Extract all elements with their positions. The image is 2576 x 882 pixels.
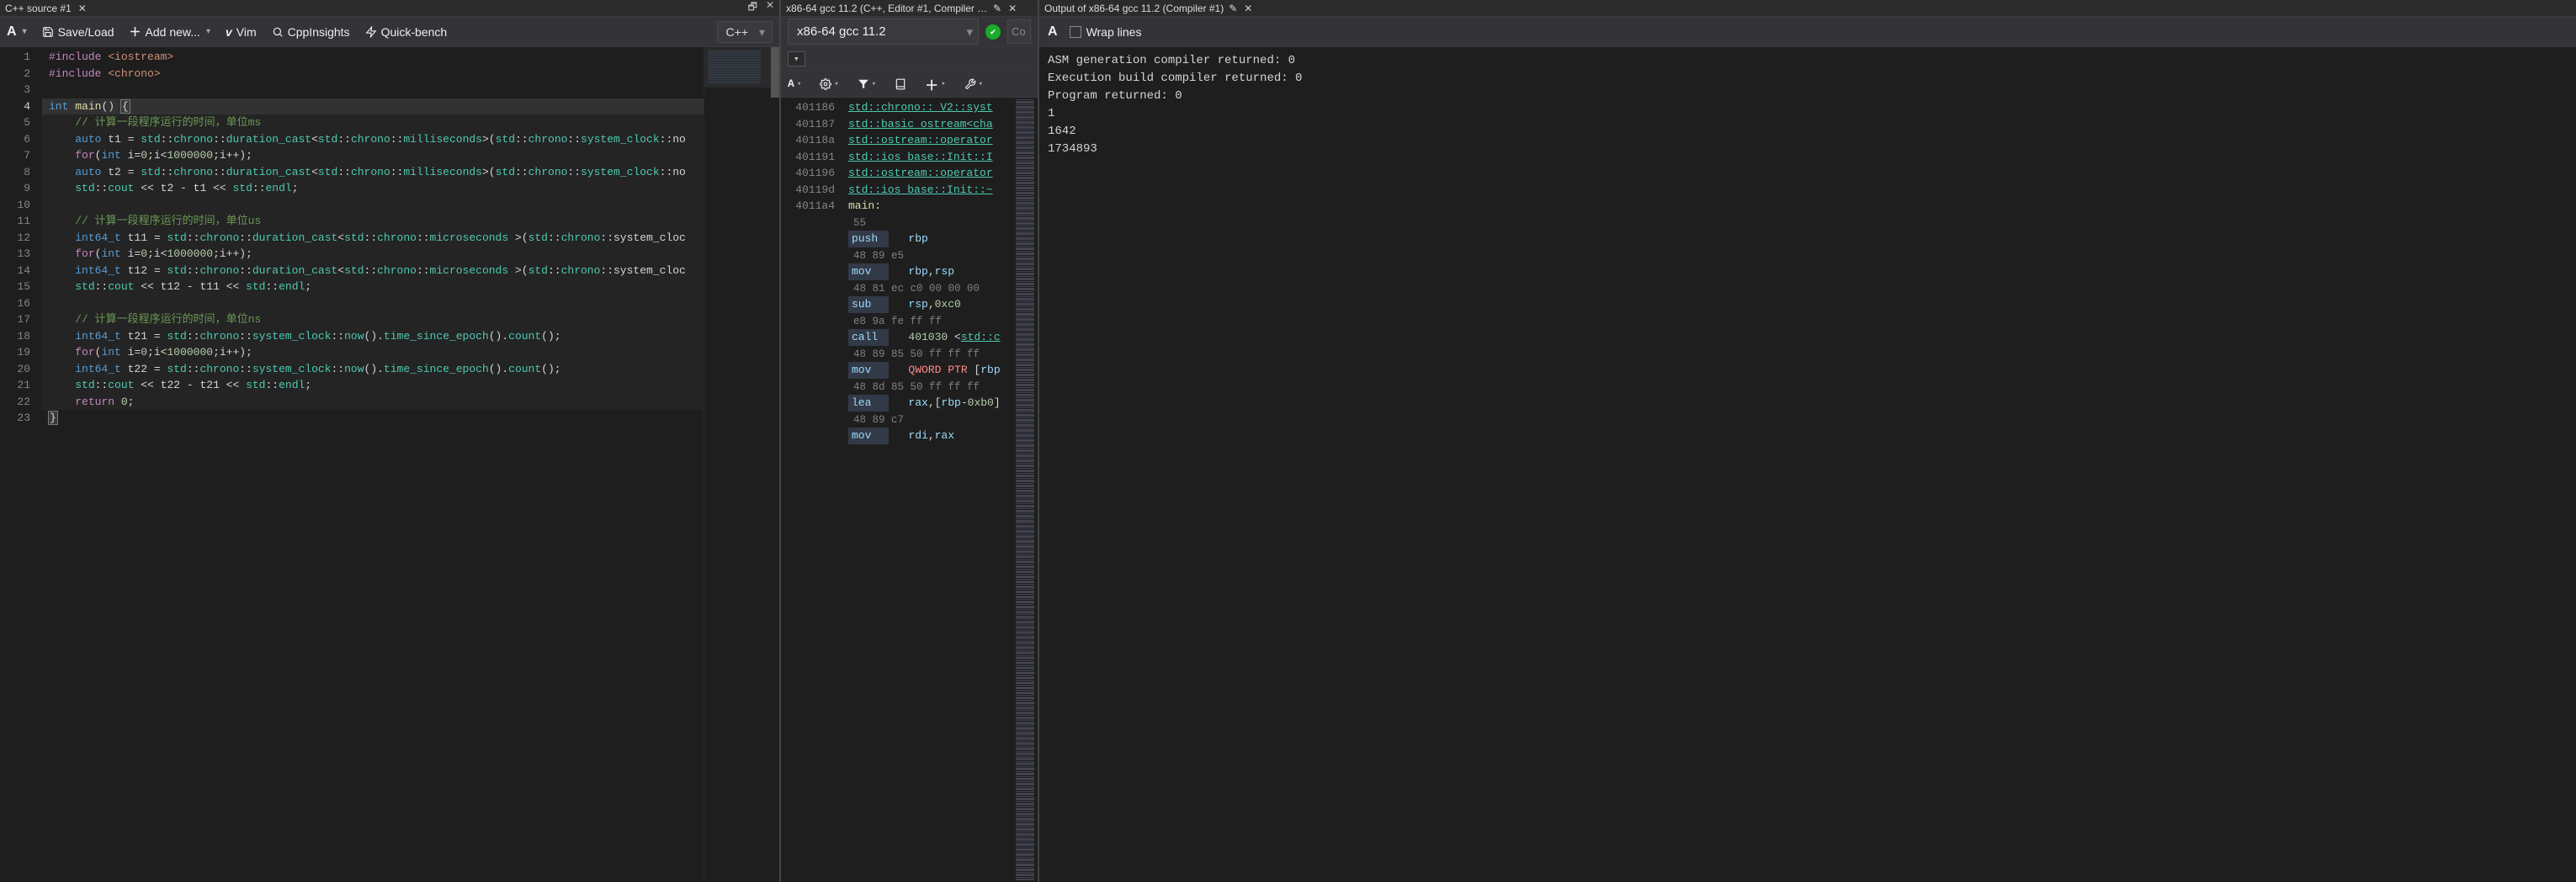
asm-compiler-bar: x86-64 gcc 11.2 ✔ Co [781, 17, 1038, 47]
output-body[interactable]: ASM generation compiler returned: 0 Exec… [1039, 47, 2576, 882]
wrap-lines-label: Wrap lines [1086, 25, 1142, 39]
pencil-icon[interactable]: ✎ [1229, 3, 1237, 14]
gear-icon[interactable] [820, 78, 838, 90]
libraries-icon[interactable] [895, 78, 906, 90]
asm-editor[interactable]: 40118640118740118a40119140119640119d4011… [781, 98, 1038, 882]
output-dropdown-button[interactable]: ▾ [788, 51, 805, 66]
lightning-icon [365, 26, 377, 38]
asm-code[interactable]: std::chrono::_V2::syststd::basic_ostream… [843, 98, 1012, 882]
compiler-args-input[interactable]: Co [1007, 19, 1031, 44]
minimap[interactable] [704, 47, 771, 882]
checkbox-icon[interactable] [1070, 26, 1081, 38]
font-size-button[interactable]: A [1048, 24, 1058, 40]
status-ok-icon: ✔ [985, 24, 1001, 40]
floppy-disk-icon [42, 26, 54, 38]
font-size-button[interactable]: A [788, 77, 801, 90]
close-icon[interactable]: ✕ [1008, 3, 1017, 14]
window-restore-icon[interactable]: 🗗 [748, 0, 757, 17]
save-load-button[interactable]: Save/Load [42, 25, 114, 39]
compiler-select[interactable]: x86-64 gcc 11.2 [788, 19, 979, 45]
magnifier-icon [272, 26, 284, 38]
output-panel: Output of x86-64 gcc 11.2 (Compiler #1) … [1039, 0, 2576, 882]
source-tab-title[interactable]: C++ source #1 [5, 3, 72, 14]
source-toolbar: A Save/Load ＋ Add new... v Vim CppInsigh… [0, 17, 779, 47]
asm-tab-title[interactable]: x86-64 gcc 11.2 (C++, Editor #1, Compile… [786, 3, 988, 14]
source-tab-bar: C++ source #1 ✕ 🗗 ✕ [0, 0, 779, 17]
source-editor[interactable]: 1234567891011121314151617181920212223 #i… [0, 47, 779, 882]
language-select[interactable]: C++ [717, 21, 773, 43]
asm-subtoolbar: ▾ [781, 47, 1038, 71]
cppinsights-button[interactable]: CppInsights [272, 25, 350, 39]
output-tab-title[interactable]: Output of x86-64 gcc 11.2 (Compiler #1) [1044, 3, 1224, 14]
close-icon[interactable]: ✕ [78, 3, 87, 14]
source-code[interactable]: #include <iostream>#include <chrono>int … [42, 47, 704, 882]
window-close-icon[interactable]: ✕ [766, 0, 774, 17]
asm-minimap[interactable] [1012, 98, 1038, 882]
minimap-viewport[interactable] [704, 47, 771, 88]
source-panel: C++ source #1 ✕ 🗗 ✕ A Save/Load ＋ Add ne… [0, 0, 781, 882]
wrench-icon[interactable] [964, 78, 983, 90]
scrollbar[interactable] [771, 47, 779, 882]
quickbench-button[interactable]: Quick-bench [365, 25, 448, 39]
scrollbar-thumb[interactable] [771, 47, 779, 98]
asm-minimap-content [1016, 99, 1034, 880]
filter-icon[interactable] [858, 78, 876, 90]
font-size-button[interactable]: A [7, 24, 27, 40]
plus-icon: ＋ [130, 24, 141, 40]
vim-icon: v [226, 25, 232, 39]
output-toolbar: A Wrap lines [1039, 17, 2576, 47]
wrap-lines-toggle[interactable]: Wrap lines [1070, 25, 1142, 39]
output-tab-bar: Output of x86-64 gcc 11.2 (Compiler #1) … [1039, 0, 2576, 17]
window-controls: 🗗 ✕ [748, 0, 774, 17]
asm-panel: x86-64 gcc 11.2 (C++, Editor #1, Compile… [781, 0, 1039, 882]
close-icon[interactable]: ✕ [1244, 3, 1252, 14]
asm-tab-bar: x86-64 gcc 11.2 (C++, Editor #1, Compile… [781, 0, 1038, 17]
add-new-button[interactable]: ＋ Add new... [130, 24, 210, 40]
add-tool-button[interactable]: ＋ [925, 74, 945, 94]
vim-button[interactable]: v Vim [226, 25, 257, 39]
pencil-icon[interactable]: ✎ [993, 3, 1001, 14]
source-gutter: 1234567891011121314151617181920212223 [0, 47, 42, 882]
asm-gutter: 40118640118740118a40119140119640119d4011… [781, 98, 843, 882]
asm-toolbar: A ＋ [781, 71, 1038, 98]
